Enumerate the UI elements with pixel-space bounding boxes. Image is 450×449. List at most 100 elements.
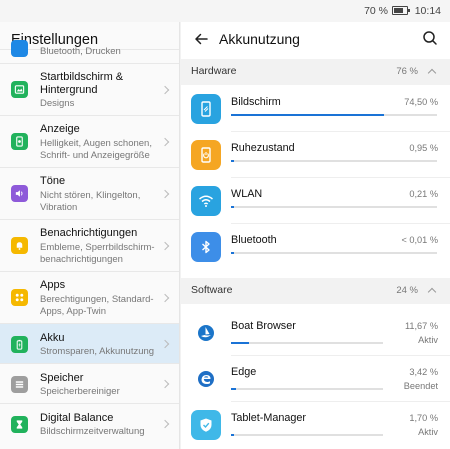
usage-item-percent: 1,70 % [409, 413, 438, 423]
usage-bar-track [231, 206, 437, 208]
status-bar: 70 % 10:14 [0, 0, 450, 22]
usage-item-state: Aktiv [418, 335, 438, 345]
usage-item-name: Bluetooth [231, 234, 277, 246]
clock: 10:14 [414, 5, 441, 17]
usage-item-name: Edge [231, 366, 257, 378]
settings-item-sounds[interactable]: Töne Nicht stören, Klingelton, Vibration [0, 167, 179, 219]
boat-browser-icon [191, 318, 221, 348]
settings-item-display[interactable]: Anzeige Helligkeit, Augen schonen, Schri… [0, 115, 179, 167]
battery-status-icon [392, 6, 410, 15]
battery-usage-header: Akkunutzung [181, 22, 450, 56]
screen-icon [191, 94, 221, 124]
section-percent: 24 % [396, 285, 418, 296]
settings-item-home-screen[interactable]: Startbildschirm & Hintergrund Designs [0, 63, 179, 115]
usage-item-name: WLAN [231, 188, 263, 200]
settings-item-label: Speicher [40, 372, 84, 384]
usage-bar [231, 342, 249, 344]
usage-item-percent: 3,42 % [409, 367, 438, 377]
settings-item-sub: Speicherbereiniger [40, 386, 120, 397]
settings-item-label: Töne [40, 175, 66, 187]
section-percent: 76 % [396, 66, 418, 77]
notification-icon [11, 237, 28, 254]
usage-bar [231, 252, 234, 254]
wifi-icon [191, 186, 221, 216]
bluetooth-icon [11, 40, 28, 57]
hardware-section-header[interactable]: Hardware 76 % [181, 59, 450, 85]
usage-item-name: Tablet-Manager [231, 412, 307, 424]
page-title: Akkunutzung [219, 31, 300, 47]
settings-item-sub: Designs [40, 98, 75, 109]
usage-item-percent: 0,21 % [409, 189, 438, 199]
settings-item-sub: Stromsparen, Akkunutzung [40, 346, 155, 357]
search-icon[interactable] [422, 30, 438, 46]
back-arrow-icon[interactable] [193, 31, 209, 47]
usage-bar [231, 434, 234, 436]
settings-pane: Einstellungen Bluetooth, Drucken Startbi… [0, 22, 180, 449]
settings-item-battery[interactable]: Akku Stromsparen, Akkunutzung [0, 323, 179, 363]
shield-icon [191, 410, 221, 440]
apps-icon [11, 289, 28, 306]
settings-item-digital-balance[interactable]: Digital Balance Bildschirmzeitverwaltung [0, 403, 179, 443]
usage-bar-track [231, 342, 383, 344]
settings-item-label: Benachrichtigungen [40, 227, 138, 239]
standby-icon [191, 140, 221, 170]
usage-bar [231, 114, 384, 116]
usage-bar [231, 160, 234, 162]
settings-item-label: Akku [40, 332, 65, 344]
chevron-right-icon [160, 241, 170, 251]
chevron-right-icon [160, 189, 170, 199]
usage-bar-track [231, 114, 437, 116]
software-section-header[interactable]: Software 24 % [181, 278, 450, 304]
battery-percentage: 70 % [364, 5, 388, 17]
usage-bar [231, 388, 236, 390]
settings-item-sub: Berechtigungen, Standard-Apps, App-Twin [40, 294, 154, 317]
bluetooth-icon [191, 232, 221, 262]
settings-item-sub: Nicht stören, Klingelton, Vibration [40, 190, 141, 213]
usage-item-percent: 0,95 % [409, 143, 438, 153]
chevron-right-icon [160, 137, 170, 147]
usage-item-state: Beendet [403, 381, 438, 391]
chevron-right-icon [160, 419, 170, 429]
usage-bar-track [231, 160, 437, 162]
settings-item-label: Apps [40, 279, 66, 291]
battery-usage-pane: Akkunutzung Hardware 76 % Bildschirm 74,… [181, 22, 450, 449]
display-icon [11, 133, 28, 150]
settings-item-storage[interactable]: Speicher Speicherbereiniger [0, 363, 179, 403]
usage-item-name: Boat Browser [231, 320, 296, 332]
chevron-up-icon [427, 68, 437, 78]
storage-icon [11, 376, 28, 393]
usage-item-percent: 11,67 % [404, 321, 438, 331]
chevron-right-icon [160, 339, 170, 349]
home-screen-icon [11, 81, 28, 98]
chevron-right-icon [160, 293, 170, 303]
settings-item-label: Startbildschirm & Hintergrund [40, 71, 124, 96]
usage-item-name: Bildschirm [231, 96, 281, 108]
usage-item-edge[interactable]: Edge 3,42 % Beendet [181, 356, 450, 402]
settings-item-sub: Helligkeit, Augen schonen, Schrift- und … [40, 138, 152, 161]
chevron-right-icon [160, 379, 170, 389]
sound-icon [11, 185, 28, 202]
settings-item-label: Anzeige [40, 123, 80, 135]
settings-item-apps[interactable]: Apps Berechtigungen, Standard-Apps, App-… [0, 271, 179, 323]
usage-item-percent: < 0,01 % [401, 235, 438, 245]
settings-item-connected-devices[interactable]: Bluetooth, Drucken [0, 40, 179, 63]
usage-item-bildschirm[interactable]: Bildschirm 74,50 % [181, 86, 450, 132]
usage-item-percent: 74,50 % [404, 97, 438, 107]
battery-icon [11, 336, 28, 353]
settings-item-sub: Bildschirmzeitverwaltung [40, 426, 145, 437]
usage-bar [231, 206, 234, 208]
section-label: Software [191, 284, 233, 296]
settings-item-notifications[interactable]: Benachrichtigungen Embleme, Sperrbildsch… [0, 219, 179, 271]
usage-item-name: Ruhezustand [231, 142, 295, 154]
usage-item-boat-browser[interactable]: Boat Browser 11,67 % Aktiv [181, 310, 450, 356]
chevron-up-icon [427, 287, 437, 297]
usage-bar-track [231, 434, 383, 436]
settings-item-sub: Embleme, Sperrbildschirm-benachrichtigun… [40, 242, 155, 265]
usage-item-ruhezustand[interactable]: Ruhezustand 0,95 % [181, 132, 450, 178]
usage-item-tablet-manager[interactable]: Tablet-Manager 1,70 % Aktiv [181, 402, 450, 448]
usage-bar-track [231, 388, 383, 390]
settings-item-label: Digital Balance [40, 412, 114, 424]
usage-item-wlan[interactable]: WLAN 0,21 % [181, 178, 450, 224]
usage-item-bluetooth[interactable]: Bluetooth < 0,01 % [181, 224, 450, 270]
usage-item-state: Aktiv [418, 427, 438, 437]
